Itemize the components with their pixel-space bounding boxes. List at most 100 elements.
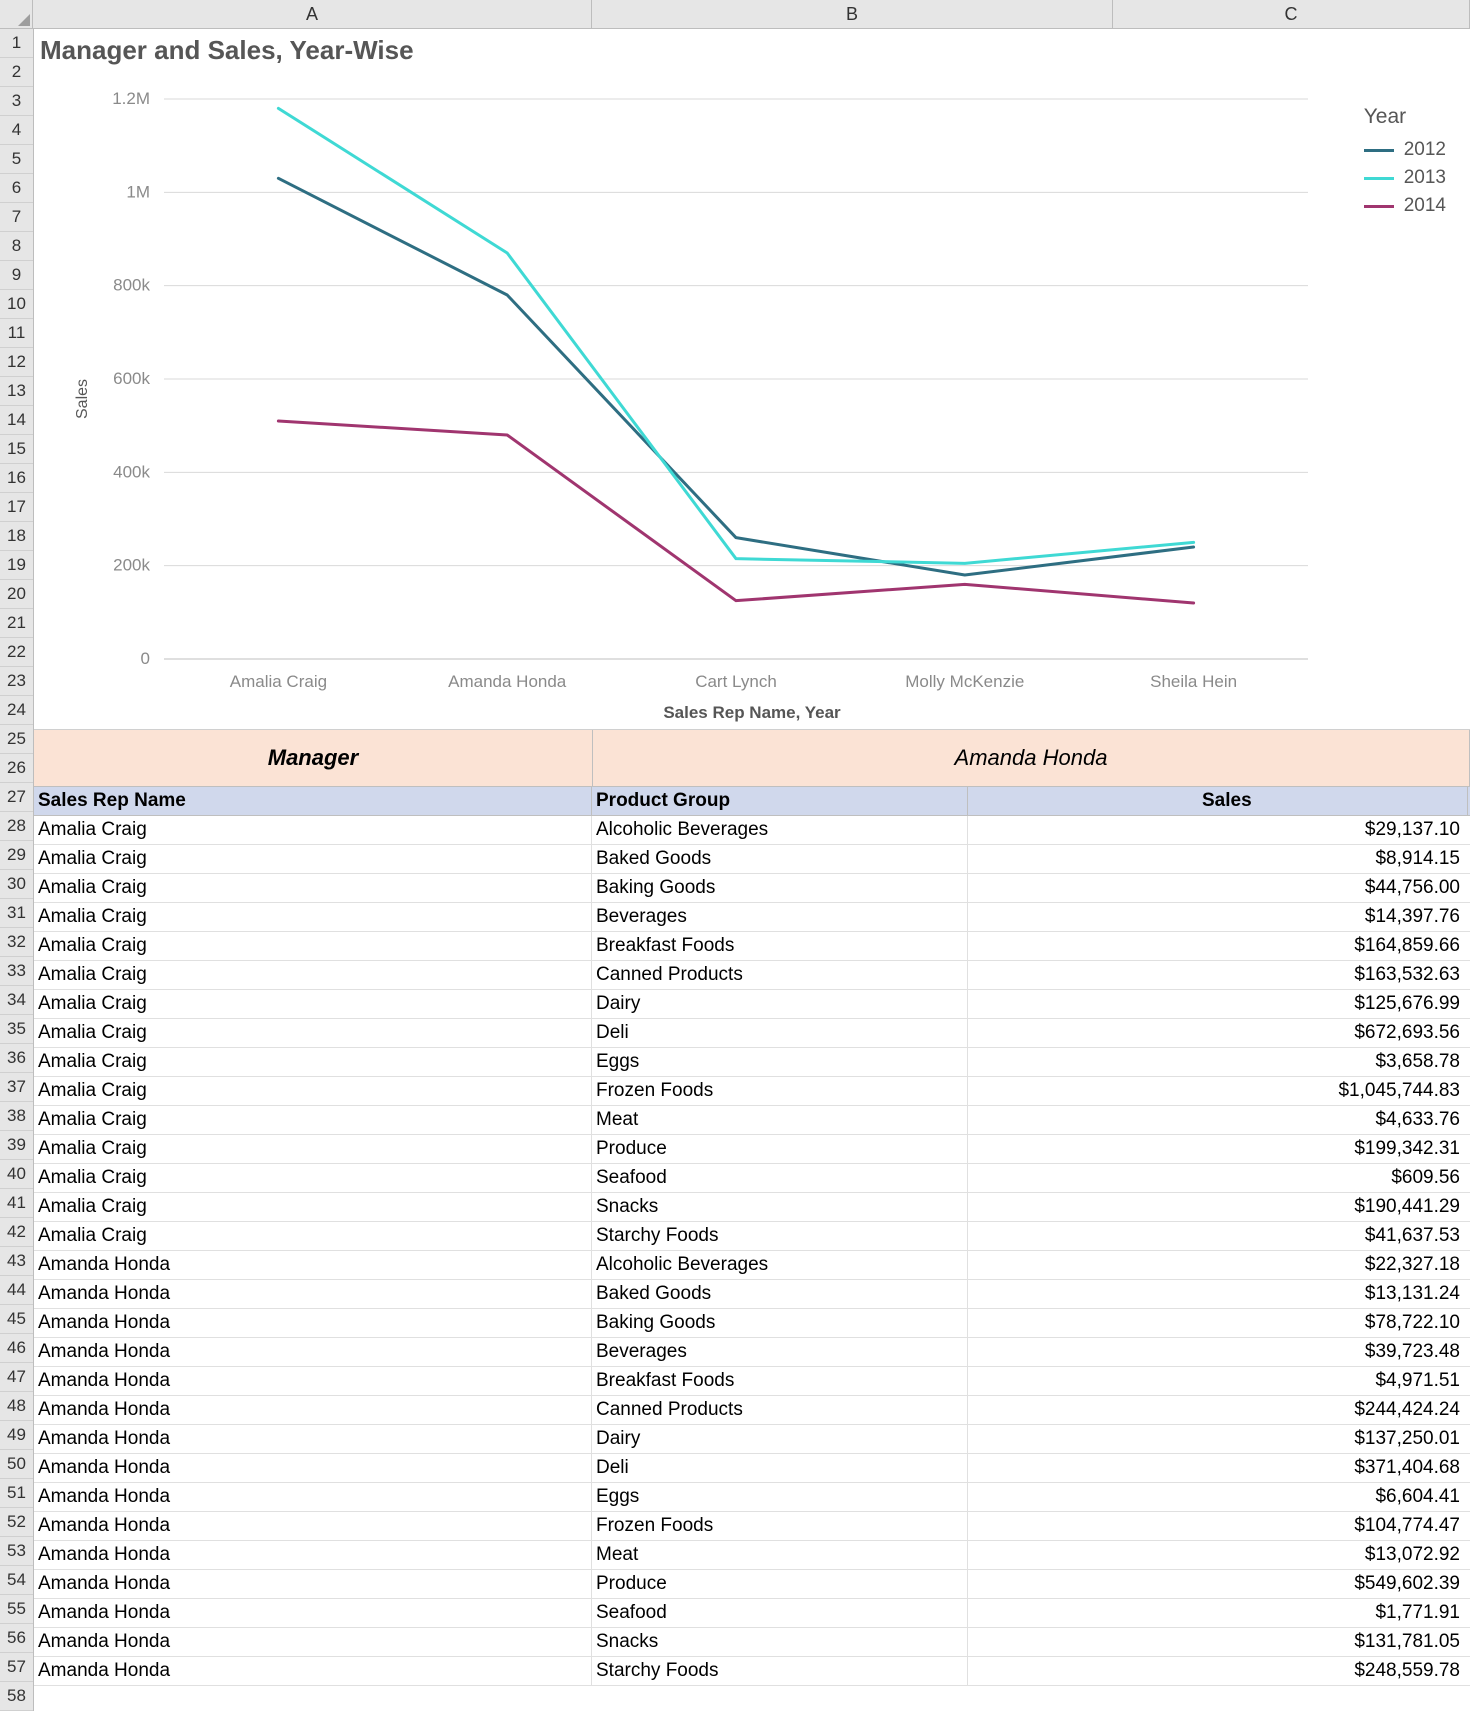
- column-header-c[interactable]: C: [1113, 0, 1470, 28]
- cell-product-group[interactable]: Beverages: [592, 903, 968, 931]
- cell-product-group[interactable]: Produce: [592, 1570, 968, 1598]
- cell-sales-rep[interactable]: Amalia Craig: [34, 961, 592, 989]
- header-product-group[interactable]: Product Group: [592, 787, 968, 815]
- table-row[interactable]: Amalia CraigBaked Goods$8,914.15: [34, 845, 1470, 874]
- cell-product-group[interactable]: Starchy Foods: [592, 1222, 968, 1250]
- table-row[interactable]: Amalia CraigSeafood$609.56: [34, 1164, 1470, 1193]
- cell-sales[interactable]: $1,771.91: [968, 1599, 1468, 1627]
- row-header[interactable]: 42: [0, 1218, 33, 1247]
- cell-sales[interactable]: $29,137.10: [968, 816, 1468, 844]
- cell-sales-rep[interactable]: Amalia Craig: [34, 816, 592, 844]
- row-header[interactable]: 25: [0, 725, 33, 754]
- cell-product-group[interactable]: Baked Goods: [592, 845, 968, 873]
- cell-sales-rep[interactable]: Amalia Craig: [34, 1222, 592, 1250]
- cell-product-group[interactable]: Produce: [592, 1135, 968, 1163]
- column-header-b[interactable]: B: [592, 0, 1113, 28]
- table-row[interactable]: Amanda HondaDairy$137,250.01: [34, 1425, 1470, 1454]
- cell-sales-rep[interactable]: Amanda Honda: [34, 1367, 592, 1395]
- cell-sales-rep[interactable]: Amalia Craig: [34, 1135, 592, 1163]
- cell-product-group[interactable]: Frozen Foods: [592, 1512, 968, 1540]
- row-header[interactable]: 32: [0, 928, 33, 957]
- cell-sales-rep[interactable]: Amalia Craig: [34, 903, 592, 931]
- row-header[interactable]: 55: [0, 1595, 33, 1624]
- cell-product-group[interactable]: Meat: [592, 1541, 968, 1569]
- table-row[interactable]: Amalia CraigBreakfast Foods$164,859.66: [34, 932, 1470, 961]
- table-row[interactable]: Amanda HondaEggs$6,604.41: [34, 1483, 1470, 1512]
- row-header[interactable]: 52: [0, 1508, 33, 1537]
- row-header[interactable]: 56: [0, 1624, 33, 1653]
- table-row[interactable]: Amalia CraigCanned Products$163,532.63: [34, 961, 1470, 990]
- row-header[interactable]: 28: [0, 812, 33, 841]
- row-header[interactable]: 1: [0, 29, 33, 58]
- cell-sales[interactable]: $244,424.24: [968, 1396, 1468, 1424]
- row-header[interactable]: 45: [0, 1305, 33, 1334]
- row-header[interactable]: 15: [0, 435, 33, 464]
- cell-sales-rep[interactable]: Amalia Craig: [34, 845, 592, 873]
- cell-sales[interactable]: $137,250.01: [968, 1425, 1468, 1453]
- row-header[interactable]: 29: [0, 841, 33, 870]
- cell-product-group[interactable]: Breakfast Foods: [592, 932, 968, 960]
- row-header[interactable]: 27: [0, 783, 33, 812]
- cell-sales[interactable]: $104,774.47: [968, 1512, 1468, 1540]
- cell-product-group[interactable]: Canned Products: [592, 1396, 968, 1424]
- cell-sales-rep[interactable]: Amanda Honda: [34, 1280, 592, 1308]
- table-row[interactable]: Amalia CraigDeli$672,693.56: [34, 1019, 1470, 1048]
- cell-product-group[interactable]: Snacks: [592, 1628, 968, 1656]
- cell-product-group[interactable]: Baked Goods: [592, 1280, 968, 1308]
- table-row[interactable]: Amalia CraigBaking Goods$44,756.00: [34, 874, 1470, 903]
- cell-sales[interactable]: $164,859.66: [968, 932, 1468, 960]
- cell-sales-rep[interactable]: Amalia Craig: [34, 932, 592, 960]
- cell-sales-rep[interactable]: Amalia Craig: [34, 1106, 592, 1134]
- cell-sales[interactable]: $14,397.76: [968, 903, 1468, 931]
- select-all-corner[interactable]: [0, 0, 33, 28]
- cell-sales-rep[interactable]: Amanda Honda: [34, 1309, 592, 1337]
- cell-sales-rep[interactable]: Amalia Craig: [34, 1077, 592, 1105]
- cell-sales-rep[interactable]: Amanda Honda: [34, 1570, 592, 1598]
- row-header[interactable]: 46: [0, 1334, 33, 1363]
- cell-product-group[interactable]: Frozen Foods: [592, 1077, 968, 1105]
- row-header[interactable]: 26: [0, 754, 33, 783]
- row-header[interactable]: 7: [0, 203, 33, 232]
- cell-sales-rep[interactable]: Amalia Craig: [34, 1164, 592, 1192]
- cell-sales[interactable]: $549,602.39: [968, 1570, 1468, 1598]
- cell-product-group[interactable]: Canned Products: [592, 961, 968, 989]
- table-row[interactable]: Amalia CraigProduce$199,342.31: [34, 1135, 1470, 1164]
- row-header[interactable]: 8: [0, 232, 33, 261]
- row-header[interactable]: 34: [0, 986, 33, 1015]
- row-header[interactable]: 6: [0, 174, 33, 203]
- row-header[interactable]: 24: [0, 696, 33, 725]
- row-header[interactable]: 16: [0, 464, 33, 493]
- row-header[interactable]: 22: [0, 638, 33, 667]
- cell-sales[interactable]: $199,342.31: [968, 1135, 1468, 1163]
- cell-product-group[interactable]: Beverages: [592, 1338, 968, 1366]
- cell-sales[interactable]: $78,722.10: [968, 1309, 1468, 1337]
- cell-sales-rep[interactable]: Amanda Honda: [34, 1338, 592, 1366]
- cell-sales-rep[interactable]: Amanda Honda: [34, 1628, 592, 1656]
- column-header-a[interactable]: A: [33, 0, 592, 28]
- cell-sales[interactable]: $8,914.15: [968, 845, 1468, 873]
- row-header[interactable]: 37: [0, 1073, 33, 1102]
- row-header[interactable]: 3: [0, 87, 33, 116]
- table-row[interactable]: Amalia CraigBeverages$14,397.76: [34, 903, 1470, 932]
- table-row[interactable]: Amanda HondaBaking Goods$78,722.10: [34, 1309, 1470, 1338]
- row-header[interactable]: 4: [0, 116, 33, 145]
- cell-product-group[interactable]: Dairy: [592, 990, 968, 1018]
- row-header[interactable]: 47: [0, 1363, 33, 1392]
- table-row[interactable]: Amanda HondaMeat$13,072.92: [34, 1541, 1470, 1570]
- cell-product-group[interactable]: Alcoholic Beverages: [592, 816, 968, 844]
- cell-sales[interactable]: $44,756.00: [968, 874, 1468, 902]
- cell-sales[interactable]: $13,072.92: [968, 1541, 1468, 1569]
- row-header[interactable]: 39: [0, 1131, 33, 1160]
- cell-sales-rep[interactable]: Amanda Honda: [34, 1396, 592, 1424]
- cell-sales[interactable]: $131,781.05: [968, 1628, 1468, 1656]
- cell-sales-rep[interactable]: Amanda Honda: [34, 1541, 592, 1569]
- row-header[interactable]: 9: [0, 261, 33, 290]
- cell-sales[interactable]: $672,693.56: [968, 1019, 1468, 1047]
- row-header[interactable]: 48: [0, 1392, 33, 1421]
- table-row[interactable]: Amanda HondaBeverages$39,723.48: [34, 1338, 1470, 1367]
- row-header[interactable]: 19: [0, 551, 33, 580]
- row-header[interactable]: 58: [0, 1682, 33, 1711]
- cell-sales-rep[interactable]: Amanda Honda: [34, 1657, 592, 1685]
- table-row[interactable]: Amalia CraigSnacks$190,441.29: [34, 1193, 1470, 1222]
- cell-sales-rep[interactable]: Amanda Honda: [34, 1425, 592, 1453]
